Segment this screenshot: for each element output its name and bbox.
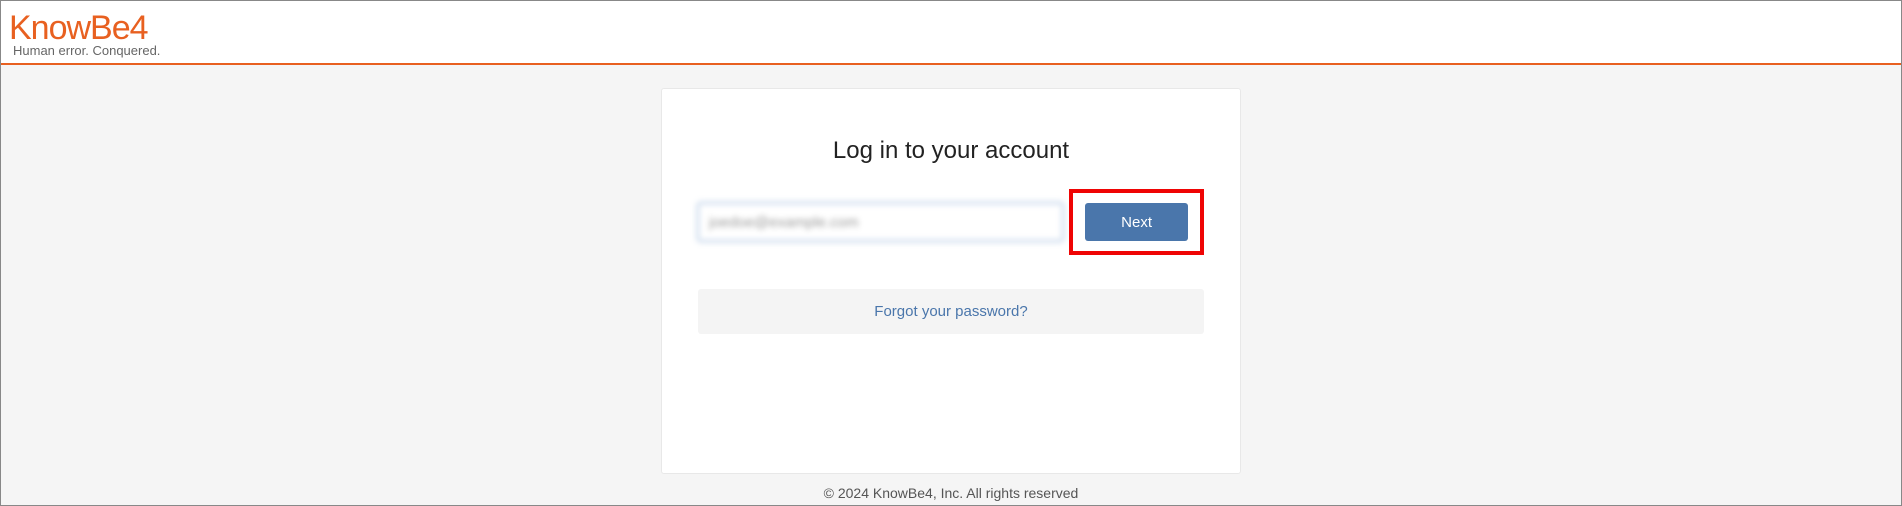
login-input-row: Next [698, 203, 1204, 255]
logo: KnowBe4 Human error. Conquered. [9, 11, 160, 57]
main: Log in to your account Next Forgot your … [1, 65, 1901, 473]
next-button[interactable]: Next [1085, 203, 1188, 241]
email-field[interactable] [698, 203, 1063, 241]
logo-text: KnowBe4 [9, 11, 160, 45]
next-button-highlight: Next [1069, 189, 1204, 255]
login-card: Log in to your account Next Forgot your … [662, 89, 1240, 473]
header: KnowBe4 Human error. Conquered. [1, 1, 1901, 63]
forgot-password-link[interactable]: Forgot your password? [698, 289, 1204, 334]
login-title: Log in to your account [698, 137, 1204, 165]
footer-copyright: © 2024 KnowBe4, Inc. All rights reserved [1, 473, 1901, 505]
logo-tagline: Human error. Conquered. [9, 44, 160, 57]
